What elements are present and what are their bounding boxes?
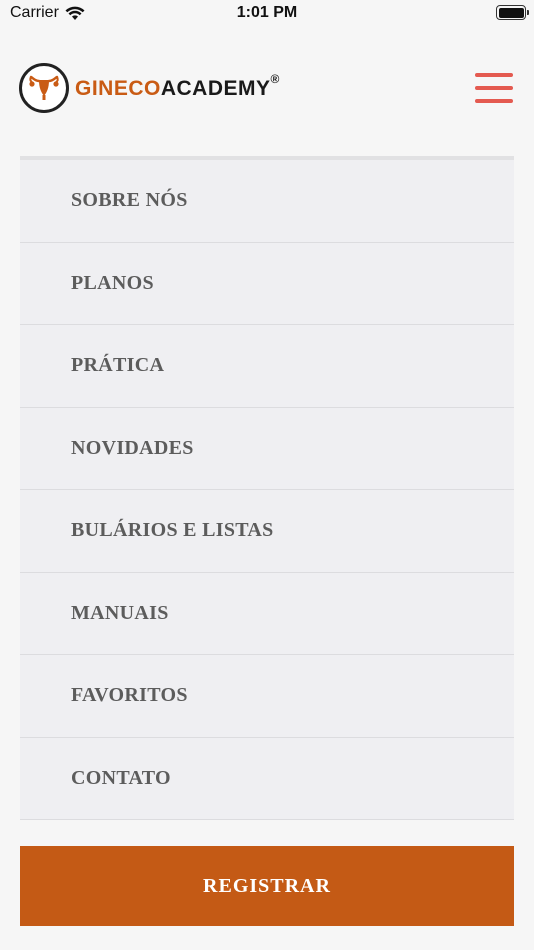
status-bar: Carrier 1:01 PM xyxy=(0,0,534,28)
logo[interactable]: GINECOACADEMY® xyxy=(19,63,280,113)
menu-item-contato[interactable]: CONTATO xyxy=(20,737,514,820)
hamburger-icon[interactable] xyxy=(475,73,513,103)
logo-text-gineco: GINECO xyxy=(75,76,161,100)
menu-item-label: PLANOS xyxy=(71,271,154,294)
logo-text-academy: ACADEMY xyxy=(160,76,271,100)
menu-item-bularios-e-listas[interactable]: BULÁRIOS E LISTAS xyxy=(20,490,514,573)
register-button-label: REGISTRAR xyxy=(203,874,331,897)
menu-item-label: NOVIDADES xyxy=(71,436,194,459)
menu-item-favoritos[interactable]: FAVORITOS xyxy=(20,655,514,738)
menu-item-pratica[interactable]: PRÁTICA xyxy=(20,325,514,408)
menu-item-planos[interactable]: PLANOS xyxy=(20,242,514,325)
menu-item-label: PRÁTICA xyxy=(71,354,165,377)
menu-item-label: SOBRE NÓS xyxy=(71,189,188,212)
menu-item-manuais[interactable]: MANUAIS xyxy=(20,572,514,655)
uterus-icon xyxy=(19,63,69,113)
register-button[interactable]: REGISTRAR xyxy=(20,846,514,926)
menu-item-sobre-nos[interactable]: SOBRE NÓS xyxy=(20,160,514,243)
logo-text: GINECOACADEMY® xyxy=(75,72,280,101)
nav-menu: SOBRE NÓS PLANOS PRÁTICA NOVIDADES BULÁR… xyxy=(20,156,514,820)
menu-item-label: CONTATO xyxy=(71,766,171,789)
menu-item-label: BULÁRIOS E LISTAS xyxy=(71,519,274,542)
battery-icon xyxy=(496,5,529,20)
registered-mark: ® xyxy=(270,71,280,86)
menu-item-label: FAVORITOS xyxy=(71,684,188,707)
menu-item-label: MANUAIS xyxy=(71,601,169,624)
status-time: 1:01 PM xyxy=(236,4,298,21)
menu-item-novidades[interactable]: NOVIDADES xyxy=(20,407,514,490)
app-header: GINECOACADEMY® xyxy=(19,55,514,121)
